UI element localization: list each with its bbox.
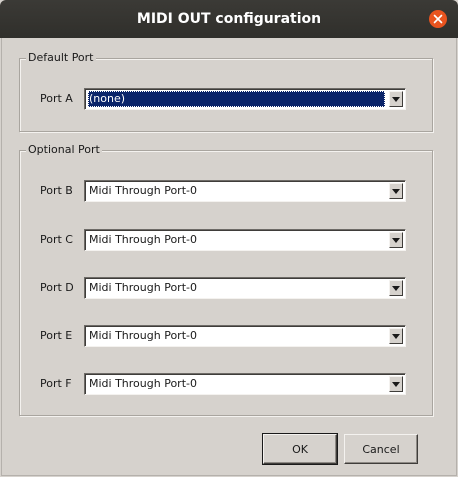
- port-e-select[interactable]: Midi Through Port-0: [84, 325, 406, 347]
- chevron-down-icon: [392, 381, 400, 387]
- cancel-button[interactable]: Cancel: [344, 434, 418, 464]
- port-f-value: Midi Through Port-0: [89, 377, 197, 390]
- optional-port-group: Optional Port Port B Midi Through Port-0…: [19, 143, 433, 416]
- optional-port-legend: Optional Port: [26, 143, 102, 157]
- window-title: MIDI OUT configuration: [136, 11, 322, 27]
- chevron-down-icon: [392, 333, 400, 339]
- port-c-select[interactable]: Midi Through Port-0: [84, 229, 406, 251]
- port-d-label: Port D: [40, 281, 74, 294]
- chevron-down-icon: [392, 237, 400, 243]
- port-e-dropdown-button[interactable]: [389, 328, 403, 344]
- dialog-body: Default Port Port A (none) Optional Port…: [1, 38, 457, 476]
- port-a-dropdown-button[interactable]: [389, 91, 403, 107]
- port-e-value: Midi Through Port-0: [89, 329, 197, 342]
- chevron-down-icon: [392, 285, 400, 291]
- port-c-value: Midi Through Port-0: [89, 233, 197, 246]
- port-b-select[interactable]: Midi Through Port-0: [84, 180, 406, 202]
- port-b-value: Midi Through Port-0: [89, 184, 197, 197]
- default-port-group: Default Port Port A (none): [19, 51, 433, 132]
- ok-button[interactable]: OK: [262, 433, 338, 465]
- port-f-label: Port F: [40, 377, 72, 390]
- port-d-dropdown-button[interactable]: [389, 280, 403, 296]
- port-e-label: Port E: [40, 329, 73, 342]
- port-a-select[interactable]: (none): [84, 88, 406, 110]
- close-icon: [433, 14, 443, 24]
- title-bar: MIDI OUT configuration: [0, 0, 458, 38]
- close-button[interactable]: [429, 10, 447, 28]
- port-a-label: Port A: [40, 92, 73, 105]
- chevron-down-icon: [392, 188, 400, 194]
- port-b-dropdown-button[interactable]: [389, 183, 403, 199]
- port-c-dropdown-button[interactable]: [389, 232, 403, 248]
- port-c-label: Port C: [40, 233, 73, 246]
- port-d-value: Midi Through Port-0: [89, 281, 197, 294]
- port-d-select[interactable]: Midi Through Port-0: [84, 277, 406, 299]
- port-a-value: (none): [88, 91, 385, 107]
- port-b-label: Port B: [40, 184, 73, 197]
- chevron-down-icon: [392, 96, 400, 102]
- port-f-dropdown-button[interactable]: [389, 376, 403, 392]
- port-f-select[interactable]: Midi Through Port-0: [84, 373, 406, 395]
- default-port-legend: Default Port: [26, 51, 96, 65]
